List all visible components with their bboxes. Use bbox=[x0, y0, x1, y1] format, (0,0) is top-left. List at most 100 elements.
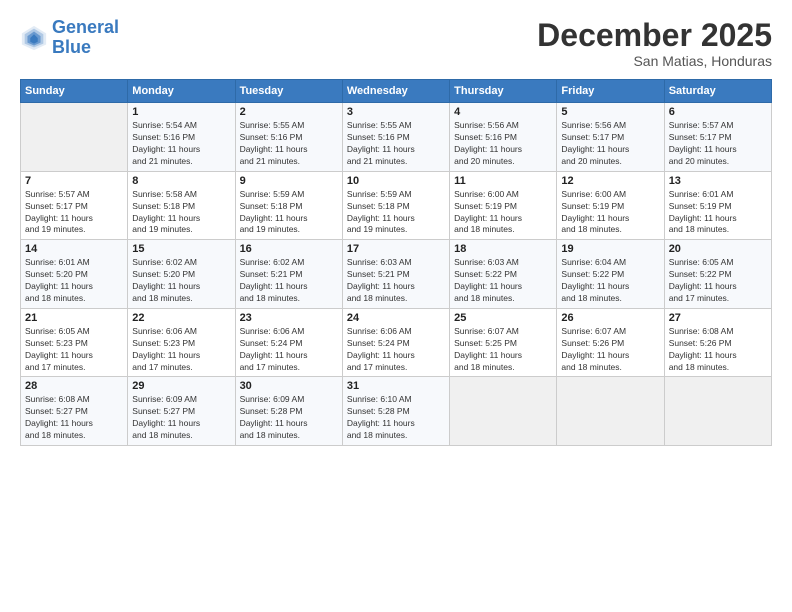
calendar-cell: 6Sunrise: 5:57 AMSunset: 5:17 PMDaylight… bbox=[664, 103, 771, 172]
day-number: 4 bbox=[454, 106, 552, 118]
calendar-cell: 23Sunrise: 6:06 AMSunset: 5:24 PMDayligh… bbox=[235, 308, 342, 377]
day-info: Sunrise: 6:02 AMSunset: 5:20 PMDaylight:… bbox=[132, 257, 230, 305]
day-info: Sunrise: 5:57 AMSunset: 5:17 PMDaylight:… bbox=[669, 120, 767, 168]
col-thursday: Thursday bbox=[450, 80, 557, 103]
calendar-cell: 12Sunrise: 6:00 AMSunset: 5:19 PMDayligh… bbox=[557, 171, 664, 240]
calendar-cell bbox=[21, 103, 128, 172]
day-info: Sunrise: 6:04 AMSunset: 5:22 PMDaylight:… bbox=[561, 257, 659, 305]
day-number: 14 bbox=[25, 243, 123, 255]
page: General Blue December 2025 San Matias, H… bbox=[0, 0, 792, 612]
calendar-cell: 18 Sunrise: 6:03 AMSunset: 5:22 PMDayligh… bbox=[450, 240, 557, 309]
calendar-cell: 21 Sunrise: 6:05 AMSunset: 5:23 PMDayligh… bbox=[21, 308, 128, 377]
day-number: 23 bbox=[240, 312, 338, 324]
day-number: 17 bbox=[347, 243, 445, 255]
day-info: Sunrise: 5:59 AMSunset: 5:18 PMDaylight:… bbox=[347, 189, 445, 237]
day-info: Sunrise: 6:06 AMSunset: 5:23 PMDaylight:… bbox=[132, 326, 230, 374]
calendar-cell: 16 Sunrise: 6:02 AMSunset: 5:21 PMDayligh… bbox=[235, 240, 342, 309]
day-info: Sunrise: 6:06 AMSunset: 5:24 PMDaylight:… bbox=[347, 326, 445, 374]
calendar-cell: 3Sunrise: 5:55 AMSunset: 5:16 PMDaylight… bbox=[342, 103, 449, 172]
day-number: 9 bbox=[240, 175, 338, 187]
day-info: Sunrise: 6:02 AMSunset: 5:21 PMDaylight:… bbox=[240, 257, 338, 305]
col-monday: Monday bbox=[128, 80, 235, 103]
day-info: Sunrise: 5:56 AMSunset: 5:16 PMDaylight:… bbox=[454, 120, 552, 168]
day-number: 24 bbox=[347, 312, 445, 324]
day-number: 16 bbox=[240, 243, 338, 255]
logo-line2: Blue bbox=[52, 37, 91, 57]
day-number: 10 bbox=[347, 175, 445, 187]
calendar-cell: 29 Sunrise: 6:09 AMSunset: 5:27 PMDayligh… bbox=[128, 377, 235, 446]
day-info: Sunrise: 6:03 AMSunset: 5:21 PMDaylight:… bbox=[347, 257, 445, 305]
calendar-body: 1Sunrise: 5:54 AMSunset: 5:16 PMDaylight… bbox=[21, 103, 772, 446]
calendar-cell: 28Sunrise: 6:08 AMSunset: 5:27 PMDayligh… bbox=[21, 377, 128, 446]
calendar-week-2: 14Sunrise: 6:01 AMSunset: 5:20 PMDayligh… bbox=[21, 240, 772, 309]
calendar-week-4: 28Sunrise: 6:08 AMSunset: 5:27 PMDayligh… bbox=[21, 377, 772, 446]
day-info: Sunrise: 6:05 AMSunset: 5:23 PMDaylight:… bbox=[25, 326, 123, 374]
calendar-cell: 5 Sunrise: 5:56 AMSunset: 5:17 PMDaylight… bbox=[557, 103, 664, 172]
location-subtitle: San Matias, Honduras bbox=[537, 53, 772, 69]
calendar-cell: 30 Sunrise: 6:09 AMSunset: 5:28 PMDayligh… bbox=[235, 377, 342, 446]
calendar-cell: 11Sunrise: 6:00 AMSunset: 5:19 PMDayligh… bbox=[450, 171, 557, 240]
col-wednesday: Wednesday bbox=[342, 80, 449, 103]
header: General Blue December 2025 San Matias, H… bbox=[20, 18, 772, 69]
day-info: Sunrise: 5:59 AMSunset: 5:18 PMDaylight:… bbox=[240, 189, 338, 237]
col-sunday: Sunday bbox=[21, 80, 128, 103]
col-saturday: Saturday bbox=[664, 80, 771, 103]
day-info: Sunrise: 6:10 AMSunset: 5:28 PMDaylight:… bbox=[347, 394, 445, 442]
logo-text: General Blue bbox=[52, 18, 119, 58]
calendar-cell: 9 Sunrise: 5:59 AMSunset: 5:18 PMDaylight… bbox=[235, 171, 342, 240]
day-number: 3 bbox=[347, 106, 445, 118]
day-info: Sunrise: 5:56 AMSunset: 5:17 PMDaylight:… bbox=[561, 120, 659, 168]
day-info: Sunrise: 6:03 AMSunset: 5:22 PMDaylight:… bbox=[454, 257, 552, 305]
day-info: Sunrise: 6:09 AMSunset: 5:27 PMDaylight:… bbox=[132, 394, 230, 442]
day-number: 15 bbox=[132, 243, 230, 255]
day-info: Sunrise: 5:58 AMSunset: 5:18 PMDaylight:… bbox=[132, 189, 230, 237]
day-number: 26 bbox=[561, 312, 659, 324]
day-info: Sunrise: 6:07 AMSunset: 5:26 PMDaylight:… bbox=[561, 326, 659, 374]
title-block: December 2025 San Matias, Honduras bbox=[537, 18, 772, 69]
calendar-cell: 1Sunrise: 5:54 AMSunset: 5:16 PMDaylight… bbox=[128, 103, 235, 172]
day-number: 13 bbox=[669, 175, 767, 187]
calendar-cell: 24 Sunrise: 6:06 AMSunset: 5:24 PMDayligh… bbox=[342, 308, 449, 377]
day-info: Sunrise: 6:00 AMSunset: 5:19 PMDaylight:… bbox=[454, 189, 552, 237]
calendar-cell: 10 Sunrise: 5:59 AMSunset: 5:18 PMDayligh… bbox=[342, 171, 449, 240]
day-number: 12 bbox=[561, 175, 659, 187]
day-number: 2 bbox=[240, 106, 338, 118]
calendar-cell: 17 Sunrise: 6:03 AMSunset: 5:21 PMDayligh… bbox=[342, 240, 449, 309]
calendar-cell: 26 Sunrise: 6:07 AMSunset: 5:26 PMDayligh… bbox=[557, 308, 664, 377]
calendar-cell: 20 Sunrise: 6:05 AMSunset: 5:22 PMDayligh… bbox=[664, 240, 771, 309]
day-number: 25 bbox=[454, 312, 552, 324]
calendar-week-0: 1Sunrise: 5:54 AMSunset: 5:16 PMDaylight… bbox=[21, 103, 772, 172]
day-number: 21 bbox=[25, 312, 123, 324]
calendar-cell: 25 Sunrise: 6:07 AMSunset: 5:25 PMDayligh… bbox=[450, 308, 557, 377]
day-info: Sunrise: 6:07 AMSunset: 5:25 PMDaylight:… bbox=[454, 326, 552, 374]
calendar-cell: 19Sunrise: 6:04 AMSunset: 5:22 PMDayligh… bbox=[557, 240, 664, 309]
logo-line1: General bbox=[52, 17, 119, 37]
calendar-cell bbox=[557, 377, 664, 446]
calendar-cell: 7 Sunrise: 5:57 AMSunset: 5:17 PMDaylight… bbox=[21, 171, 128, 240]
day-info: Sunrise: 6:08 AMSunset: 5:26 PMDaylight:… bbox=[669, 326, 767, 374]
day-info: Sunrise: 6:01 AMSunset: 5:19 PMDaylight:… bbox=[669, 189, 767, 237]
day-number: 7 bbox=[25, 175, 123, 187]
calendar-cell: 4 Sunrise: 5:56 AMSunset: 5:16 PMDaylight… bbox=[450, 103, 557, 172]
calendar-cell: 2Sunrise: 5:55 AMSunset: 5:16 PMDaylight… bbox=[235, 103, 342, 172]
logo: General Blue bbox=[20, 18, 119, 58]
day-number: 18 bbox=[454, 243, 552, 255]
day-number: 5 bbox=[561, 106, 659, 118]
calendar-week-3: 21 Sunrise: 6:05 AMSunset: 5:23 PMDayligh… bbox=[21, 308, 772, 377]
day-info: Sunrise: 6:05 AMSunset: 5:22 PMDaylight:… bbox=[669, 257, 767, 305]
logo-icon bbox=[20, 24, 48, 52]
day-number: 20 bbox=[669, 243, 767, 255]
col-tuesday: Tuesday bbox=[235, 80, 342, 103]
calendar-table: Sunday Monday Tuesday Wednesday Thursday… bbox=[20, 79, 772, 446]
day-number: 30 bbox=[240, 380, 338, 392]
day-info: Sunrise: 6:09 AMSunset: 5:28 PMDaylight:… bbox=[240, 394, 338, 442]
day-info: Sunrise: 6:08 AMSunset: 5:27 PMDaylight:… bbox=[25, 394, 123, 442]
day-number: 31 bbox=[347, 380, 445, 392]
col-friday: Friday bbox=[557, 80, 664, 103]
calendar-cell: 8Sunrise: 5:58 AMSunset: 5:18 PMDaylight… bbox=[128, 171, 235, 240]
calendar-cell bbox=[664, 377, 771, 446]
weekday-header-row: Sunday Monday Tuesday Wednesday Thursday… bbox=[21, 80, 772, 103]
calendar-cell: 13 Sunrise: 6:01 AMSunset: 5:19 PMDayligh… bbox=[664, 171, 771, 240]
day-info: Sunrise: 5:57 AMSunset: 5:17 PMDaylight:… bbox=[25, 189, 123, 237]
day-number: 29 bbox=[132, 380, 230, 392]
